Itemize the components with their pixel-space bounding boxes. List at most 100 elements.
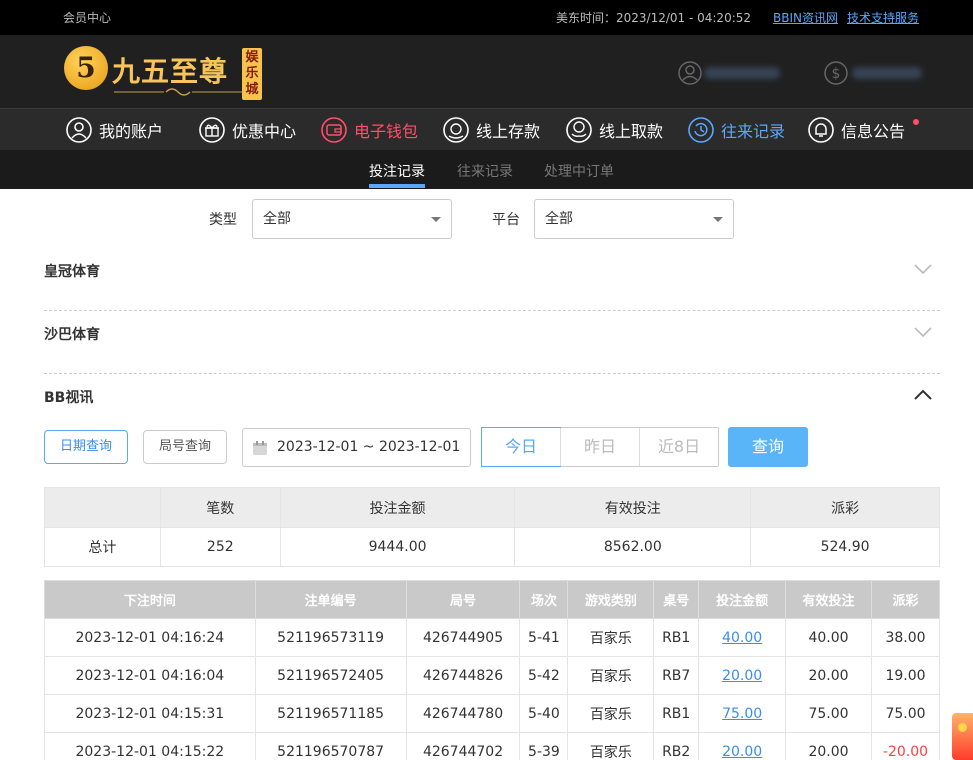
col-payout: 派彩	[870, 580, 941, 619]
logo-tag: 娱乐城	[242, 48, 262, 100]
cell-bet-time: 2023-12-01 04:15:31	[44, 694, 256, 733]
header: 5 九五至尊 娱乐城 $	[0, 35, 973, 108]
section-title: 皇冠体育	[44, 264, 100, 280]
quick-date-selector: 今日 昨日 近8日	[481, 427, 719, 467]
top-bar: 会员中心 美东时间：2023/12/01 - 04:20:52 BBIN资讯网 …	[0, 0, 973, 35]
user-icon	[66, 117, 92, 143]
cell-round-no: 426744826	[405, 656, 521, 695]
cell-payout: -20.00	[870, 732, 941, 760]
masked-username	[704, 67, 780, 79]
cell-valid-bet: 20.00	[785, 656, 872, 695]
bbin-news-link[interactable]: BBIN资讯网	[773, 9, 838, 26]
col-table-no: 桌号	[653, 580, 700, 619]
quick-yesterday[interactable]: 昨日	[560, 428, 639, 466]
nav-label: 往来记录	[721, 122, 786, 141]
summary-valid-bet: 8562.00	[514, 527, 752, 567]
nav-label: 线上存款	[476, 122, 541, 141]
section-saba-sports[interactable]: 沙巴体育	[44, 312, 940, 374]
site-logo[interactable]: 5 九五至尊 娱乐城	[62, 44, 272, 102]
section-bb-live[interactable]: BB视讯	[44, 375, 940, 415]
chevron-down-icon	[914, 264, 932, 275]
cell-round-no: 426744780	[405, 694, 521, 733]
summary-table: 笔数 投注金额 有效投注 派彩 总计 252 9444.00 8562.00 5…	[44, 487, 940, 567]
cell-game-type: 百家乐	[567, 732, 655, 760]
red-packet-widget[interactable]	[952, 713, 973, 760]
section-title: BB视讯	[44, 390, 94, 406]
summary-total-label: 总计	[44, 527, 161, 567]
quick-today[interactable]: 今日	[481, 427, 561, 467]
cell-table-no: RB1	[653, 618, 700, 657]
quick-last-8-days[interactable]: 近8日	[639, 428, 718, 466]
summary-header-valid-bet: 有效投注	[514, 487, 752, 528]
tab-transfer-records[interactable]: 往来记录	[457, 161, 513, 181]
date-query-button[interactable]: 日期查询	[44, 430, 128, 464]
cell-bet-time: 2023-12-01 04:16:24	[44, 618, 256, 657]
bet-amount-link[interactable]: 20.00	[722, 744, 762, 760]
bet-amount-link[interactable]: 40.00	[722, 630, 762, 646]
round-query-button[interactable]: 局号查询	[143, 430, 227, 464]
caret-down-icon	[431, 217, 441, 222]
nav-e-wallet[interactable]: 电子钱包	[321, 115, 418, 145]
masked-balance	[852, 67, 922, 79]
col-bet-time: 下注时间	[44, 580, 256, 619]
platform-label: 平台	[492, 212, 520, 228]
cell-bet-time: 2023-12-01 04:15:22	[44, 732, 256, 760]
col-round-no: 局号	[405, 580, 521, 619]
bet-detail-table: 下注时间 注单编号 局号 场次 游戏类别 桌号 投注金额 有效投注 派彩 202…	[44, 580, 941, 760]
tech-support-link[interactable]: 技术支持服务	[847, 9, 919, 26]
cell-round-no: 426744702	[405, 732, 521, 760]
type-select-value: 全部	[263, 211, 291, 227]
summary-count: 252	[159, 527, 281, 567]
platform-select[interactable]: 全部	[534, 199, 734, 239]
chevron-down-icon	[914, 327, 932, 338]
cell-bet-amount: 40.00	[698, 618, 787, 657]
nav-online-deposit[interactable]: 线上存款	[443, 115, 540, 145]
nav-transaction-records[interactable]: 往来记录	[688, 115, 785, 145]
active-tab-indicator	[369, 184, 425, 188]
summary-header-blank	[44, 487, 161, 528]
nav-label: 我的账户	[99, 122, 164, 141]
detail-header-row: 下注时间 注单编号 局号 场次 游戏类别 桌号 投注金额 有效投注 派彩	[44, 580, 941, 619]
cell-bet-amount: 20.00	[698, 656, 787, 695]
caret-down-icon	[713, 217, 723, 222]
section-crown-sports[interactable]: 皇冠体育	[44, 249, 940, 311]
nav-online-withdraw[interactable]: 线上取款	[566, 115, 663, 145]
bet-amount-link[interactable]: 20.00	[722, 668, 762, 684]
nav-label: 线上取款	[599, 122, 664, 141]
chevron-up-icon	[914, 389, 932, 400]
tab-bet-records[interactable]: 投注记录	[369, 161, 425, 181]
date-range-value: 2023-12-01 ~ 2023-12-01	[277, 439, 461, 455]
cell-valid-bet: 20.00	[785, 732, 872, 760]
bet-amount-link[interactable]: 75.00	[722, 706, 762, 722]
type-select[interactable]: 全部	[252, 199, 452, 239]
gift-icon	[199, 117, 225, 143]
deposit-icon	[443, 117, 469, 143]
svg-text:$: $	[832, 66, 841, 82]
col-session: 场次	[519, 580, 569, 619]
type-label: 类型	[209, 212, 237, 228]
cell-game-type: 百家乐	[567, 694, 655, 733]
summary-header-bet-amount: 投注金额	[279, 487, 516, 528]
query-button[interactable]: 查询	[728, 427, 808, 467]
balance-coin-icon: $	[824, 61, 848, 85]
section-title: 沙巴体育	[44, 327, 100, 343]
us-east-time: 美东时间：2023/12/01 - 04:20:52	[556, 11, 752, 25]
nav-my-account[interactable]: 我的账户	[66, 115, 163, 145]
cell-session: 5-40	[519, 694, 569, 733]
tab-pending-orders[interactable]: 处理中订单	[544, 161, 614, 181]
col-bet-amount: 投注金额	[698, 580, 787, 619]
bell-icon	[808, 117, 834, 143]
cell-table-no: RB2	[653, 732, 700, 760]
summary-bet-amount: 9444.00	[279, 527, 516, 567]
date-range-input[interactable]: 2023-12-01 ~ 2023-12-01	[242, 428, 471, 467]
cell-game-type: 百家乐	[567, 656, 655, 695]
cell-order-no: 521196573119	[254, 618, 407, 657]
table-row: 2023-12-01 04:15:22 521196570787 4267447…	[44, 732, 941, 760]
calendar-icon	[253, 441, 267, 455]
cell-payout: 19.00	[870, 656, 941, 695]
cell-session: 5-41	[519, 618, 569, 657]
sub-tabs: 投注记录 往来记录 处理中订单	[0, 150, 973, 189]
cell-table-no: RB1	[653, 694, 700, 733]
nav-announcements[interactable]: 信息公告	[808, 115, 905, 145]
nav-promotions[interactable]: 优惠中心	[199, 115, 296, 145]
